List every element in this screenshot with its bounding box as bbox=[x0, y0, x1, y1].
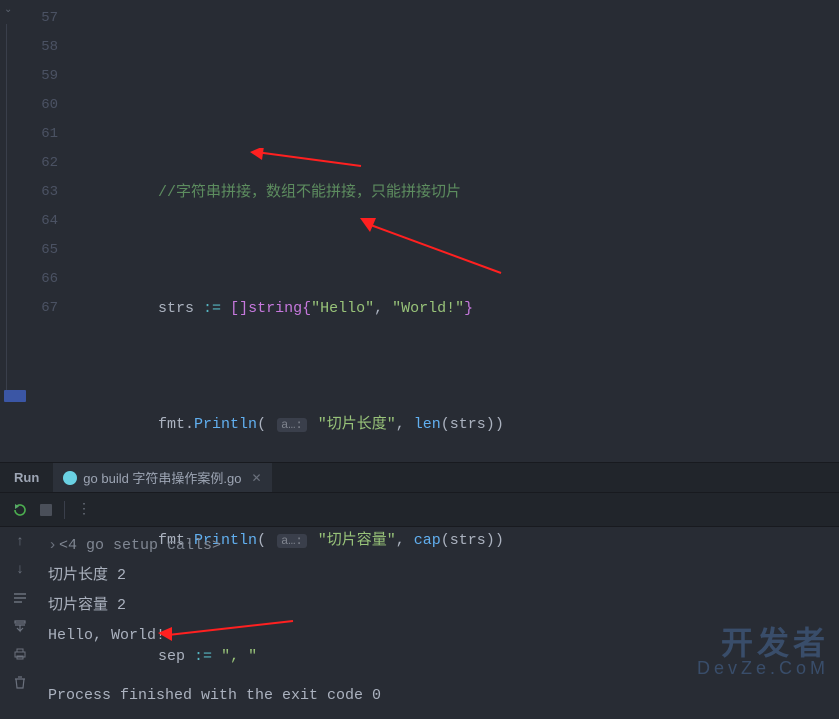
annotation-arrow-icon bbox=[246, 148, 366, 168]
code-line[interactable]: fmt.Println( a…: "切片长度", len(strs)) bbox=[68, 410, 839, 439]
inlay-hint: a…: bbox=[277, 418, 307, 432]
scroll-to-end-icon[interactable] bbox=[11, 617, 29, 635]
console-line bbox=[48, 651, 831, 681]
line-number: 57 bbox=[22, 4, 68, 33]
line-number: 62 bbox=[22, 149, 68, 178]
line-number: 58 bbox=[22, 33, 68, 62]
console-line: 切片容量 2 bbox=[48, 591, 831, 621]
console-line: 切片长度 2 bbox=[48, 561, 831, 591]
line-number: 66 bbox=[22, 265, 68, 294]
code-area[interactable]: //字符串拼接，数组不能拼接，只能拼接切片 strs := []string{"… bbox=[68, 0, 839, 462]
trash-icon[interactable] bbox=[11, 673, 29, 691]
code-line[interactable]: strs := []string{"Hello", "World!"} bbox=[68, 294, 839, 323]
line-number-gutter: 57 58 59 60 61 62 63 64 65 66 67 bbox=[22, 0, 68, 462]
gutter-marker bbox=[4, 390, 26, 402]
go-icon bbox=[63, 471, 77, 485]
stop-icon[interactable] bbox=[40, 504, 52, 516]
console-exit-line: Process finished with the exit code 0 bbox=[48, 681, 831, 711]
print-icon[interactable] bbox=[11, 645, 29, 663]
softwrap-icon[interactable] bbox=[11, 589, 29, 607]
console-fold[interactable]: ›<4 go setup calls> bbox=[48, 531, 831, 561]
run-side-toolbar: ↑ ↓ bbox=[0, 527, 40, 719]
chevron-right-icon: › bbox=[48, 537, 57, 554]
comment: //字符串拼接，数组不能拼接，只能拼接切片 bbox=[158, 184, 461, 201]
vertical-scrollbar[interactable] bbox=[827, 0, 839, 462]
rerun-icon[interactable] bbox=[12, 502, 28, 518]
line-number: 61 bbox=[22, 120, 68, 149]
console-output[interactable]: ›<4 go setup calls> 切片长度 2 切片容量 2 Hello,… bbox=[40, 527, 839, 719]
line-number: 67 bbox=[22, 294, 68, 323]
run-label[interactable]: Run bbox=[0, 470, 53, 485]
code-editor[interactable]: ⌄ 57 58 59 60 61 62 63 64 65 66 67 //字符串… bbox=[0, 0, 839, 462]
annotation-arrow-icon bbox=[356, 218, 506, 278]
code-line[interactable] bbox=[68, 62, 839, 91]
arrow-down-icon[interactable]: ↓ bbox=[11, 561, 29, 579]
fold-handle-icon[interactable]: ⌄ bbox=[4, 4, 14, 14]
console-line: Hello, World! bbox=[48, 621, 831, 651]
run-body: ↑ ↓ ›<4 go setup calls> 切片长度 2 切片容量 2 He… bbox=[0, 527, 839, 719]
line-number: 60 bbox=[22, 91, 68, 120]
line-number: 59 bbox=[22, 62, 68, 91]
line-number: 64 bbox=[22, 207, 68, 236]
fold-line bbox=[6, 24, 7, 392]
line-number: 65 bbox=[22, 236, 68, 265]
code-line[interactable]: //字符串拼接，数组不能拼接，只能拼接切片 bbox=[68, 178, 839, 207]
line-number: 63 bbox=[22, 178, 68, 207]
arrow-up-icon[interactable]: ↑ bbox=[11, 533, 29, 551]
toolbar-separator bbox=[64, 501, 65, 519]
